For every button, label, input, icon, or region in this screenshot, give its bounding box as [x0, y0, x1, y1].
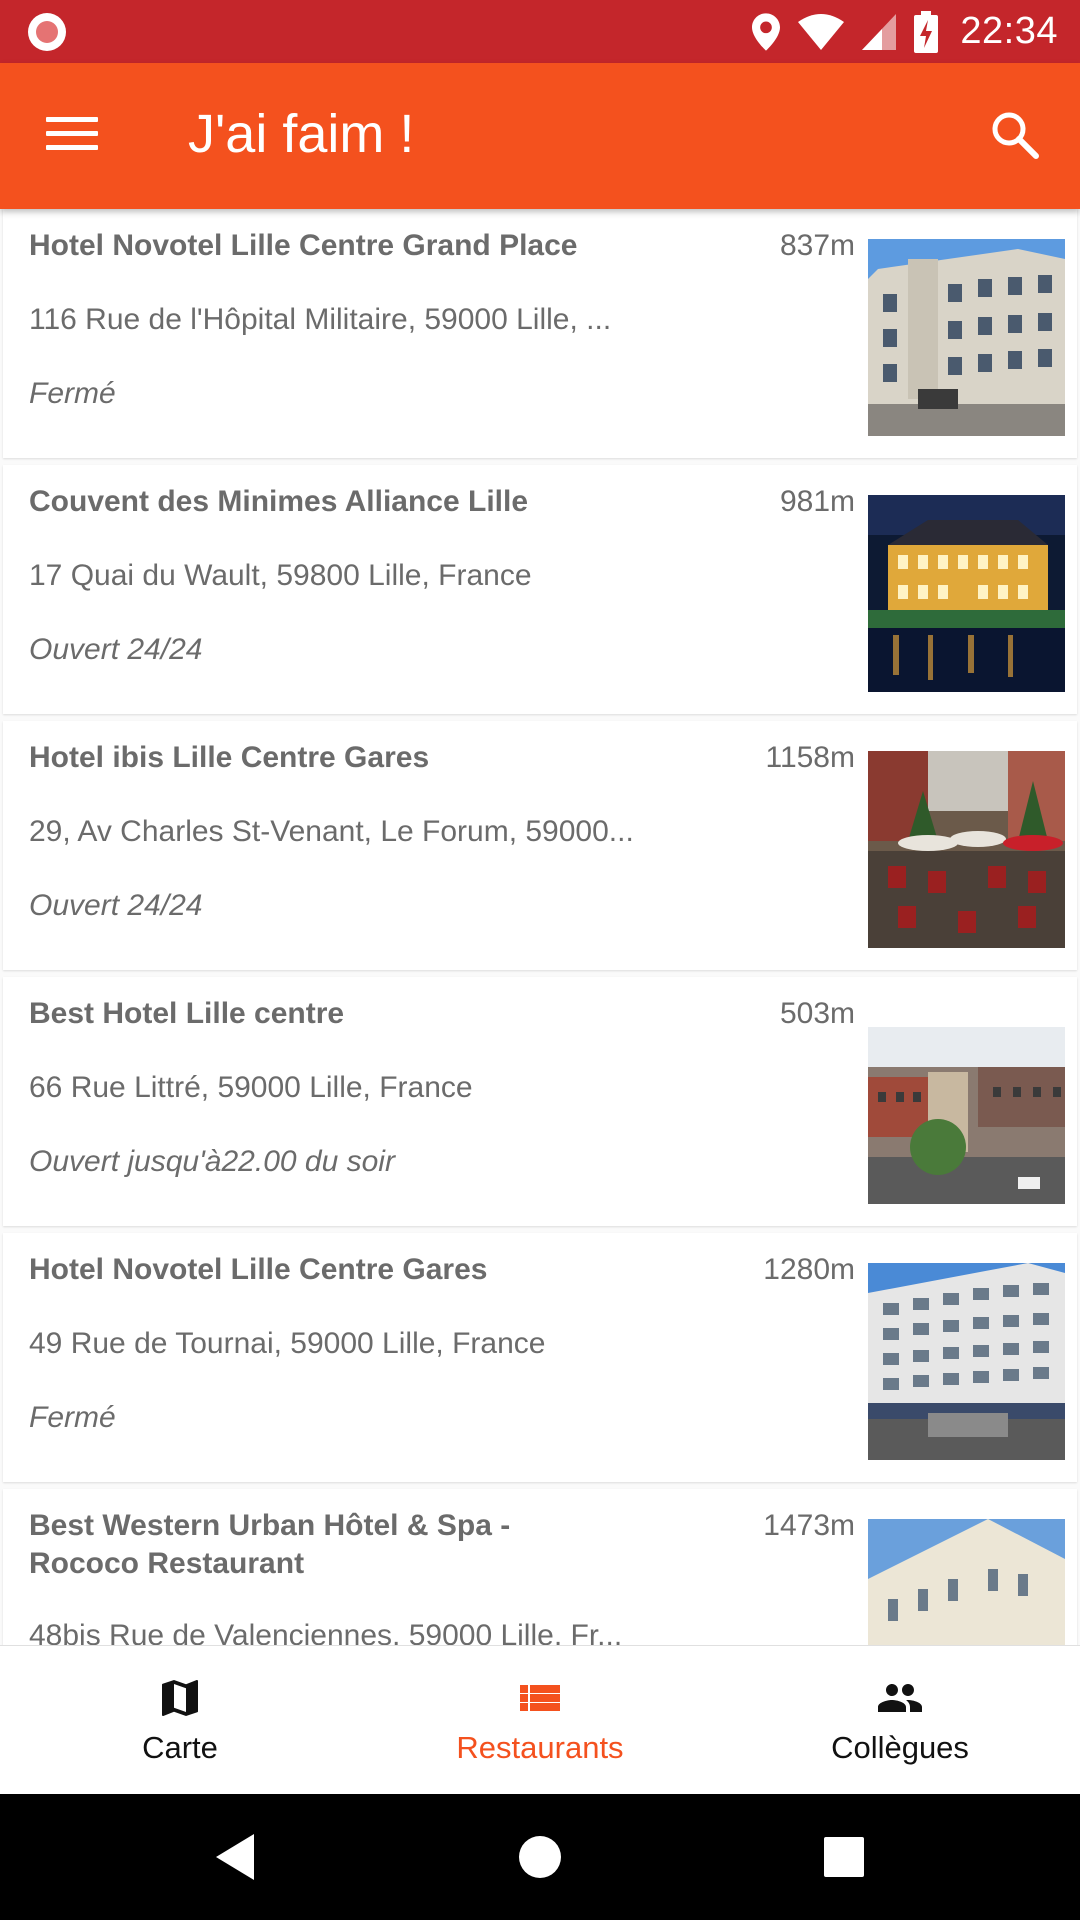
people-icon — [878, 1684, 922, 1712]
tab-collegues[interactable]: Collègues — [720, 1646, 1080, 1794]
search-icon[interactable] — [990, 110, 1040, 160]
bottom-navigation: Carte Restaurants Collègues — [0, 1645, 1080, 1794]
restaurant-address: 116 Rue de l'Hôpital Militaire, 59000 Li… — [29, 303, 612, 336]
restaurant-status: Ouvert jusqu'à22.00 du soir — [29, 1145, 395, 1178]
restaurant-photo — [868, 751, 1065, 948]
list-icon — [520, 1685, 560, 1711]
page-title: J'ai faim ! — [188, 104, 415, 164]
tab-label: Collègues — [831, 1730, 969, 1765]
status-time: 22:34 — [960, 10, 1058, 52]
tab-carte[interactable]: Carte — [0, 1646, 360, 1794]
restaurant-address: 66 Rue Littré, 59000 Lille, France — [29, 1071, 473, 1104]
app-bar: J'ai faim ! — [0, 63, 1080, 209]
restaurant-status: Fermé — [29, 377, 116, 410]
restaurant-photo — [868, 1519, 1065, 1645]
back-icon[interactable] — [216, 1834, 256, 1880]
restaurant-address: 48bis Rue de Valenciennes, 59000 Lille, … — [29, 1619, 623, 1645]
restaurant-name: Hotel Novotel Lille Centre Gares — [29, 1253, 488, 1286]
restaurant-name: Best Western Urban Hôtel & Spa - Rococo … — [29, 1509, 511, 1580]
restaurant-distance: 1473m — [763, 1509, 855, 1542]
restaurant-distance: 503m — [779, 997, 855, 1030]
restaurant-card[interactable]: Hotel Novotel Lille Centre Grand Place 8… — [3, 209, 1077, 458]
status-bar: 22:34 — [0, 0, 1080, 63]
restaurant-name: Hotel Novotel Lille Centre Grand Place — [29, 229, 578, 262]
restaurant-card[interactable]: Couvent des Minimes Alliance Lille 981m … — [3, 465, 1077, 714]
restaurant-address: 17 Quai du Wault, 59800 Lille, France — [29, 559, 532, 592]
restaurant-photo — [868, 1263, 1065, 1460]
restaurant-card[interactable]: Best Western Urban Hôtel & Spa - Rococo … — [3, 1489, 1077, 1645]
restaurant-photo — [868, 1007, 1065, 1204]
wifi-icon — [798, 13, 845, 50]
system-navigation-bar — [0, 1794, 1080, 1920]
restaurant-distance: 1280m — [763, 1253, 855, 1286]
restaurant-card[interactable]: Best Hotel Lille centre 503m 66 Rue Litt… — [3, 977, 1077, 1226]
restaurant-card[interactable]: Hotel Novotel Lille Centre Gares 1280m 4… — [3, 1233, 1077, 1482]
restaurant-distance: 837m — [779, 229, 855, 262]
location-icon — [752, 12, 781, 51]
restaurant-list[interactable]: Hotel Novotel Lille Centre Grand Place 8… — [0, 209, 1080, 1645]
tab-label: Restaurants — [456, 1730, 624, 1765]
restaurant-name: Couvent des Minimes Alliance Lille — [29, 485, 529, 518]
menu-icon[interactable] — [46, 113, 98, 153]
restaurant-status: Fermé — [29, 1401, 116, 1434]
restaurant-distance: 1158m — [765, 741, 855, 774]
restaurant-status: Ouvert 24/24 — [29, 633, 203, 666]
restaurant-photo — [868, 495, 1065, 692]
restaurant-distance: 981m — [779, 485, 855, 518]
restaurant-card[interactable]: Hotel ibis Lille Centre Gares 1158m 29, … — [3, 721, 1077, 970]
tab-restaurants[interactable]: Restaurants — [360, 1646, 720, 1794]
map-icon — [162, 1680, 198, 1716]
screen-record-icon — [28, 12, 66, 51]
battery-charging-icon — [914, 10, 939, 53]
tab-label: Carte — [142, 1730, 218, 1765]
restaurant-address: 49 Rue de Tournai, 59000 Lille, France — [29, 1327, 546, 1360]
restaurant-photo — [868, 239, 1065, 436]
screen: 22:34 J'ai faim ! Hotel Novotel Lille Ce… — [0, 0, 1080, 1920]
home-icon[interactable] — [518, 1835, 562, 1879]
restaurant-status: Ouvert 24/24 — [29, 889, 203, 922]
recents-icon[interactable] — [824, 1837, 864, 1877]
restaurant-address: 29, Av Charles St-Venant, Le Forum, 5900… — [29, 815, 634, 848]
restaurant-name: Best Hotel Lille centre — [29, 997, 345, 1030]
restaurant-name: Hotel ibis Lille Centre Gares — [29, 741, 430, 774]
signal-icon — [862, 13, 897, 50]
